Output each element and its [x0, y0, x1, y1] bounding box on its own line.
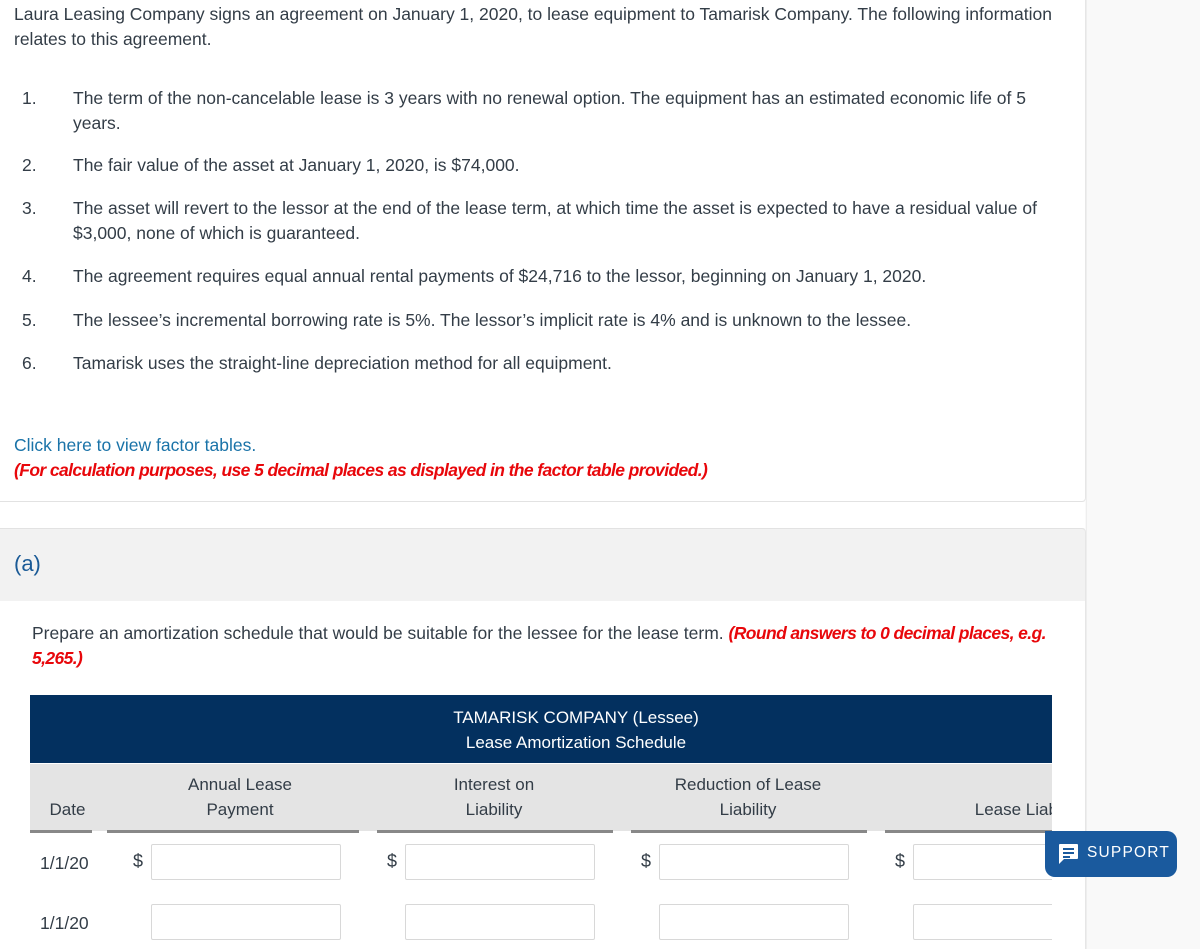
- calculation-note: (For calculation purposes, use 5 decimal…: [14, 460, 708, 480]
- annual-lease-payment-input[interactable]: [151, 844, 341, 880]
- reduction-of-liability-input[interactable]: [659, 844, 849, 880]
- column-header-interest: Interest on Liability: [376, 772, 612, 822]
- column-header-label: Reduction of Lease: [674, 775, 822, 794]
- list-text: The asset will revert to the lessor at t…: [73, 198, 1037, 243]
- table-title: TAMARISK COMPANY (Lessee): [453, 708, 699, 727]
- annual-lease-payment-input[interactable]: [151, 904, 341, 940]
- section-gap: [0, 502, 1085, 528]
- row-date: 1/1/20: [40, 913, 89, 933]
- column-header-label: Interest on: [453, 775, 535, 794]
- column-header-label: Lease Liabilit: [974, 800, 1052, 819]
- column-header-payment: Annual Lease Payment: [122, 772, 358, 822]
- list-number: 1.: [22, 88, 37, 108]
- currency-symbol: $: [895, 851, 906, 871]
- list-number: 3.: [22, 198, 37, 218]
- support-label: SUPPORT: [1087, 844, 1171, 861]
- column-header-label: Liability: [719, 800, 777, 819]
- lease-liability-input[interactable]: [913, 844, 1052, 880]
- part-a-card: Prepare an amortization schedule that wo…: [0, 601, 1086, 949]
- list-number: 5.: [22, 310, 37, 330]
- list-text: The term of the non-cancelable lease is …: [73, 88, 1026, 133]
- support-button[interactable]: SUPPORT: [1045, 831, 1177, 877]
- part-header: (a): [0, 528, 1086, 601]
- problem-intro: Laura Leasing Company signs an agreement…: [14, 4, 1052, 49]
- column-header-label: Liability: [465, 800, 523, 819]
- currency-symbol: $: [641, 851, 652, 871]
- column-header-row: Date Annual Lease Payment Interest on Li…: [30, 764, 1052, 831]
- currency-symbol: $: [133, 851, 144, 871]
- reduction-of-liability-input[interactable]: [659, 904, 849, 940]
- column-header-label: Annual Lease: [188, 775, 292, 794]
- column-header-label: Date: [49, 800, 86, 819]
- table-row: 1/1/20: [0, 904, 1052, 944]
- table-title-bar: TAMARISK COMPANY (Lessee) Lease Amortiza…: [30, 695, 1052, 763]
- factor-tables-link[interactable]: Click here to view factor tables.: [14, 435, 256, 456]
- column-header-reduction: Reduction of Lease Liability: [630, 772, 866, 822]
- list-number: 6.: [22, 353, 37, 373]
- problem-card: Laura Leasing Company signs an agreement…: [0, 0, 1086, 502]
- column-header-liability: Lease Liabilit: [914, 797, 1052, 822]
- list-number: 2.: [22, 155, 37, 175]
- part-label: (a): [14, 551, 41, 576]
- column-header-date: Date: [30, 797, 105, 822]
- column-header-label: Payment: [206, 800, 274, 819]
- header-divider: [885, 830, 1052, 833]
- lease-liability-input[interactable]: [913, 904, 1052, 940]
- chat-bubble-icon: [1059, 844, 1078, 864]
- row-date: 1/1/20: [40, 853, 89, 873]
- header-divider: [30, 830, 92, 833]
- currency-symbol: $: [387, 851, 398, 871]
- header-divider: [107, 830, 359, 833]
- list-number: 4.: [22, 266, 37, 286]
- list-text: The fair value of the asset at January 1…: [73, 155, 520, 175]
- list-text: Tamarisk uses the straight-line deprecia…: [73, 353, 612, 373]
- right-rail: [1086, 0, 1200, 949]
- amortization-table: TAMARISK COMPANY (Lessee) Lease Amortiza…: [0, 601, 1052, 949]
- interest-on-liability-input[interactable]: [405, 904, 595, 940]
- header-divider: [631, 830, 867, 833]
- table-row: 1/1/20 $ $ $ $: [0, 844, 1052, 884]
- list-text: The lessee’s incremental borrowing rate …: [73, 310, 912, 330]
- list-text: The agreement requires equal annual rent…: [73, 266, 927, 286]
- interest-on-liability-input[interactable]: [405, 844, 595, 880]
- header-divider: [377, 830, 613, 833]
- table-subtitle: Lease Amortization Schedule: [465, 733, 687, 752]
